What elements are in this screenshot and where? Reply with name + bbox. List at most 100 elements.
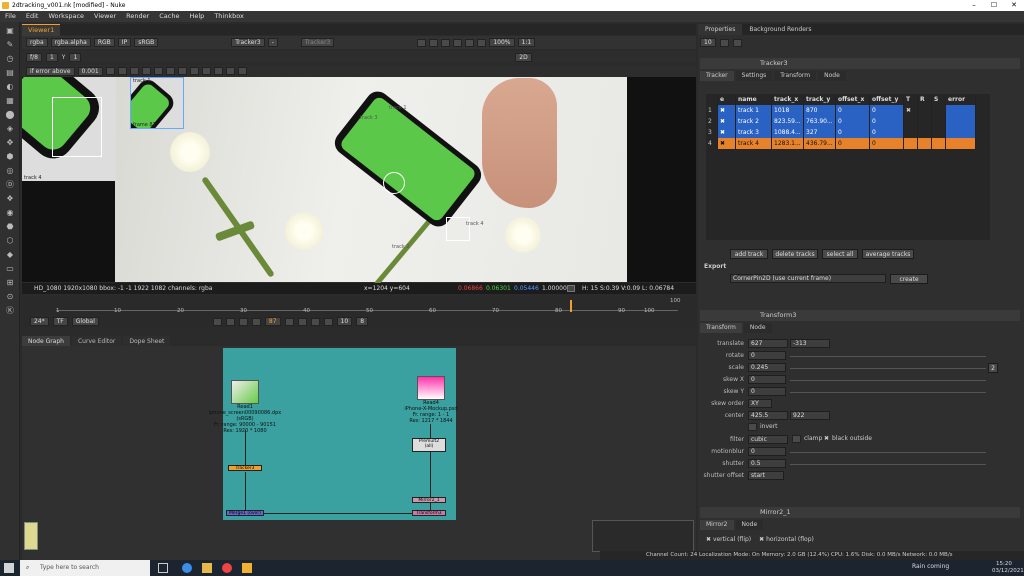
track-stop-icon[interactable] <box>129 67 139 75</box>
mirror-node[interactable]: Mirror2_1 <box>412 497 446 503</box>
gizmo-tool-icon[interactable]: ▭ <box>4 263 16 273</box>
fstop-dropdown[interactable]: f/8 <box>26 52 42 62</box>
header-offset-x[interactable]: offset_x <box>836 94 870 105</box>
furnace-tool-icon[interactable]: ◆ <box>4 249 16 259</box>
cara-tool-icon[interactable]: ⊞ <box>4 277 16 287</box>
filter-dropdown[interactable]: cubic <box>748 435 788 444</box>
rotate-slider[interactable] <box>790 356 986 357</box>
maximize-button[interactable]: ☐ <box>984 0 1004 11</box>
delete-tracks-button[interactable]: delete tracks <box>772 249 818 259</box>
skewx-field[interactable]: 0 <box>748 375 786 384</box>
scale-slider[interactable] <box>790 368 986 369</box>
menu-help[interactable]: Help <box>184 11 209 22</box>
center-icon[interactable] <box>225 67 235 75</box>
backdrop-node[interactable] <box>223 348 456 520</box>
metadata-tool-icon[interactable]: Ⓓ <box>4 179 16 189</box>
read1-node[interactable]: Read1 iphone_screen00090086.dpx (sRGB) F… <box>208 380 282 434</box>
tab-background-renders[interactable]: Background Renders <box>742 24 818 35</box>
time-tool-icon[interactable]: ◷ <box>4 53 16 63</box>
guides-icon[interactable] <box>429 38 439 47</box>
table-row[interactable]: 4 ✖ track 4 1283.1... 436.79... 0 0 <box>706 138 990 149</box>
shutteroffset-dropdown[interactable]: start <box>748 471 784 480</box>
clock-date[interactable]: 03/12/2021 <box>992 568 1024 574</box>
tab-tracker[interactable]: Tracker <box>700 71 734 81</box>
header-t[interactable]: T <box>904 94 918 105</box>
channel-tool-icon[interactable]: ▤ <box>4 67 16 77</box>
header-e[interactable]: e <box>718 94 736 105</box>
table-row[interactable]: 2 ✖ track 2 823.59... 763.90... 0 0 <box>706 116 990 127</box>
header-error[interactable]: error <box>946 94 976 105</box>
skewy-slider[interactable] <box>790 392 986 393</box>
error-mode-dropdown[interactable]: if error above <box>26 66 75 76</box>
tf-dropdown[interactable]: TF <box>52 317 68 326</box>
header-track-y[interactable]: track_y <box>804 94 836 105</box>
zoom-window-icon[interactable] <box>237 67 247 75</box>
header-r[interactable]: R <box>918 94 932 105</box>
filter-tool-icon[interactable]: ▦ <box>4 95 16 105</box>
error-value-field[interactable]: 0.001 <box>77 66 103 76</box>
lock-panels-icon[interactable] <box>719 38 729 47</box>
y-field[interactable]: 1 <box>69 52 82 62</box>
horizontal-flop-checkbox[interactable]: ✖ horizontal (flop) <box>759 536 814 543</box>
center-y-field[interactable]: 922 <box>790 411 830 420</box>
roi-icon[interactable] <box>417 38 427 47</box>
tab-node[interactable]: Node <box>818 71 846 81</box>
keyframe-icon[interactable] <box>177 67 187 75</box>
tab-transform[interactable]: Transform <box>774 71 817 81</box>
select-all-button[interactable]: select all <box>822 249 858 259</box>
keyer-tool-icon[interactable]: ⬤ <box>4 109 16 119</box>
tab-mirror[interactable]: Mirror2 <box>700 520 734 530</box>
header-name[interactable]: name <box>736 94 772 105</box>
motionblur-slider[interactable] <box>790 452 986 453</box>
header-s[interactable]: S <box>932 94 946 105</box>
color-tool-icon[interactable]: ◐ <box>4 81 16 91</box>
merge-tool-icon[interactable]: ◈ <box>4 123 16 133</box>
tab-properties[interactable]: Properties <box>698 24 743 35</box>
menu-edit[interactable]: Edit <box>21 11 44 22</box>
shutter-field[interactable]: 0.5 <box>748 459 786 468</box>
draw-tool-icon[interactable]: ✎ <box>4 39 16 49</box>
clear-back-icon[interactable] <box>201 67 211 75</box>
tab-viewer1[interactable]: Viewer1 <box>22 24 61 36</box>
image-tool-icon[interactable]: ▣ <box>4 25 16 35</box>
range-dropdown[interactable]: Global <box>71 317 99 326</box>
menu-render[interactable]: Render <box>121 11 154 22</box>
track-zoom-window-1[interactable]: track 4 <box>22 77 116 181</box>
shutter-slider[interactable] <box>790 464 986 465</box>
first-frame-icon[interactable] <box>212 317 222 326</box>
scale-field[interactable]: 0.245 <box>748 363 786 372</box>
play-icon[interactable] <box>284 317 294 326</box>
minimize-button[interactable]: – <box>964 0 984 11</box>
menu-viewer[interactable]: Viewer <box>89 11 121 22</box>
lens-tool-icon[interactable]: ⊙ <box>4 291 16 301</box>
tab-transform-node[interactable]: Node <box>743 323 772 333</box>
motionblur-field[interactable]: 0 <box>748 447 786 456</box>
step-field[interactable]: 8 <box>356 317 369 326</box>
chrome-icon[interactable] <box>222 563 232 573</box>
alpha-dropdown[interactable]: rgba.alpha <box>50 38 91 47</box>
playhead[interactable] <box>570 300 572 312</box>
tab-mirror-node[interactable]: Node <box>735 520 764 530</box>
track-range-icon[interactable] <box>165 67 175 75</box>
clear-fwd-icon[interactable] <box>213 67 223 75</box>
invert-checkbox[interactable]: invert <box>748 423 778 431</box>
track-fwd-icon[interactable] <box>153 67 163 75</box>
nuke-logo-icon[interactable]: Ⓚ <box>4 305 16 315</box>
export-dropdown[interactable]: CornerPin2D (use current frame) <box>730 274 886 283</box>
max-panels-field[interactable]: 10 <box>700 38 716 47</box>
skewx-slider[interactable] <box>790 380 986 381</box>
scale-channels-button[interactable]: 2 <box>988 363 998 373</box>
node-graph-minimap[interactable] <box>592 520 694 552</box>
deep-tool-icon[interactable]: ◉ <box>4 207 16 217</box>
edge-icon[interactable] <box>182 563 192 573</box>
premult-node[interactable]: Premult2 (all) <box>412 438 446 452</box>
skeworder-dropdown[interactable]: XY <box>748 399 772 408</box>
display-dropdown[interactable]: sRGB <box>134 38 159 47</box>
step-fwd-icon[interactable] <box>297 317 307 326</box>
menu-file[interactable]: File <box>0 11 21 22</box>
skewy-field[interactable]: 0 <box>748 387 786 396</box>
next-key-icon[interactable] <box>310 317 320 326</box>
lock-icon[interactable] <box>453 38 463 47</box>
vertical-flip-checkbox[interactable]: ✖ vertical (flip) <box>706 536 751 543</box>
clock-time[interactable]: 15:20 <box>996 561 1012 567</box>
